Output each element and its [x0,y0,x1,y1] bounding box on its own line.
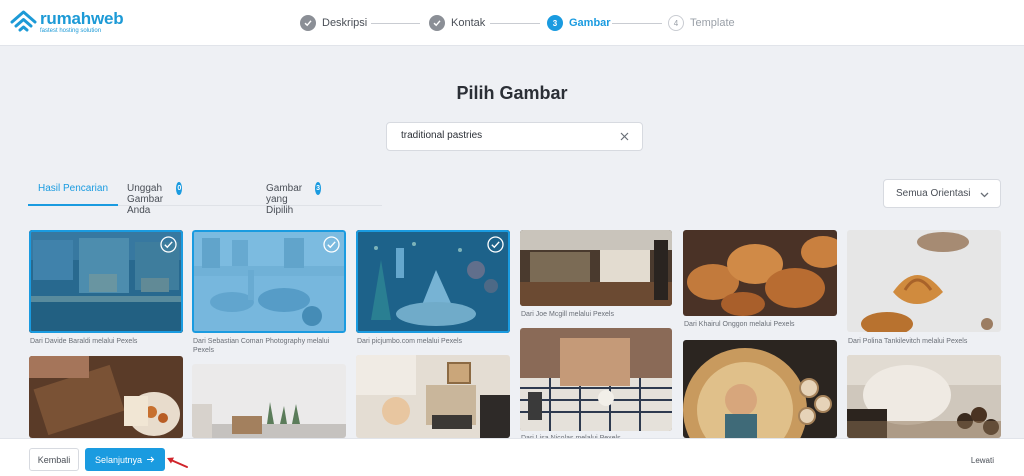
image-card[interactable] [683,340,837,438]
tab-label: Gambar yang Dipilih [266,183,303,216]
check-icon [429,15,445,31]
chevron-down-icon [980,192,989,198]
image-card[interactable]: Dari Khairul Onggon melalui Pexels [683,230,837,332]
search-input[interactable] [401,130,601,141]
step-template[interactable]: 4 Template [668,14,735,32]
image-thumbnail [192,364,346,438]
brand-name: rumahweb [40,9,124,28]
annotation-arrow-icon [167,457,188,468]
count-badge: 3 [314,182,322,195]
step-gambar[interactable]: 3 Gambar [547,14,611,32]
tab-label: Unggah Gambar Anda [127,183,164,216]
next-button[interactable]: Selanjutnya [85,448,165,471]
image-thumbnail [192,230,346,333]
step-label: Kontak [451,17,486,29]
step-connector [490,23,540,24]
search-box [386,122,643,151]
image-credit: Dari Sebastian Coman Photography melalui… [193,338,330,354]
image-thumbnail [356,230,510,333]
image-credit: Dari Khairul Onggon melalui Pexels [684,321,795,328]
tab-unggah-gambar[interactable]: Unggah Gambar Anda 0 [127,176,183,216]
back-button[interactable]: Kembali [29,448,79,471]
image-card[interactable]: Dari Lisa Nicolas melalui Pexels [520,328,672,442]
step-deskripsi[interactable]: Deskripsi [300,14,367,32]
rumahweb-logo-icon [10,10,37,32]
step-label: Deskripsi [322,17,368,29]
step-connector [612,23,662,24]
image-thumbnail [847,355,1001,438]
image-card[interactable] [847,355,1001,438]
image-card[interactable]: Dari Davide Baraldi melalui Pexels [29,230,183,345]
step-number: 4 [668,15,684,31]
arrow-right-icon [147,456,155,463]
image-thumbnail [847,230,1001,332]
step-number: 3 [547,15,563,31]
page-title: Pilih Gambar [456,83,568,103]
image-credit: Dari picjumbo.com melalui Pexels [357,338,463,345]
image-thumbnail [683,340,837,438]
image-thumbnail [29,356,183,438]
tab-hasil-pencarian[interactable]: Hasil Pencarian [28,176,118,206]
step-label: Template [690,17,735,29]
count-badge: 0 [176,182,183,195]
close-icon[interactable] [618,130,631,143]
image-thumbnail [356,355,510,438]
logo[interactable]: rumahweb fastest hosting solution [10,9,124,35]
tab-label: Hasil Pencarian [37,183,109,194]
top-bar: rumahweb fastest hosting solution Deskri… [0,0,1024,46]
check-icon [300,15,316,31]
image-card[interactable]: Dari Sebastian Coman Photography melalui… [192,230,346,355]
brand-tagline: fastest hosting solution [40,28,102,34]
bottom-bar: Kembali Selanjutnya Lewati [0,438,1024,476]
orientation-dropdown[interactable]: Semua Orientasi [883,179,1001,208]
step-kontak[interactable]: Kontak [429,14,485,32]
check-circle-icon[interactable] [487,236,504,253]
next-button-label: Selanjutnya [94,454,143,465]
step-connector [371,23,420,24]
orientation-value: Semua Orientasi [896,188,971,199]
image-thumbnail [29,230,183,333]
tab-gambar-dipilih[interactable]: Gambar yang Dipilih 3 [266,176,322,216]
image-credit: Dari Polina Tankilevitch melalui Pexels [848,338,968,345]
check-circle-icon[interactable] [323,236,340,253]
image-card[interactable] [192,364,346,438]
image-thumbnail [520,230,672,306]
image-card[interactable]: Dari Joe Mcgill melalui Pexels [520,230,672,322]
step-label: Gambar [569,17,611,29]
image-card[interactable]: Dari Polina Tankilevitch melalui Pexels [847,230,1001,348]
image-card[interactable] [356,355,510,438]
image-credit: Dari Davide Baraldi melalui Pexels [30,338,138,345]
check-circle-icon[interactable] [160,236,177,253]
image-card[interactable] [29,356,183,438]
image-thumbnail [683,230,837,316]
image-credit: Dari Joe Mcgill melalui Pexels [521,311,614,318]
image-card[interactable]: Dari picjumbo.com melalui Pexels [356,230,510,345]
skip-button[interactable]: Lewati [971,456,994,465]
image-thumbnail [520,328,672,431]
